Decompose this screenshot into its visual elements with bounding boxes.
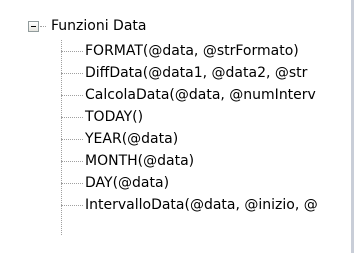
tree-connector-line — [61, 182, 83, 184]
tree-item-month[interactable]: MONTH(@data) — [61, 150, 318, 172]
tree-item-format[interactable]: FORMAT(@data, @strFormato) — [61, 40, 318, 62]
tree-connector-line — [61, 72, 83, 74]
tree-item-label: DiffData(@data1, @data2, @str — [85, 65, 308, 81]
tree-item-label: TODAY() — [85, 109, 144, 125]
tree-item-day[interactable]: DAY(@data) — [61, 172, 318, 194]
tree-node-label: Funzioni Data — [51, 18, 147, 34]
tree-connector-line — [61, 204, 83, 206]
tree-item-label: IntervalloData(@data, @inizio, @ — [85, 197, 318, 213]
tree-item-label: CalcolaData(@data, @numInterv — [85, 87, 316, 103]
tree-item-label: MONTH(@data) — [85, 153, 195, 169]
tree-connector-line — [61, 116, 83, 118]
tree-item-label: FORMAT(@data, @strFormato) — [85, 43, 299, 59]
tree-item-intervallodata[interactable]: IntervalloData(@data, @inizio, @ — [61, 194, 318, 216]
tree-item-today[interactable]: TODAY() — [61, 106, 318, 128]
tree-node-funzioni-data[interactable]: Funzioni Data — [28, 15, 146, 37]
tree-children-list: FORMAT(@data, @strFormato) DiffData(@dat… — [61, 40, 318, 216]
tree-item-label: DAY(@data) — [85, 175, 170, 191]
collapse-minus-icon[interactable] — [28, 20, 39, 32]
tree-connector-line — [40, 25, 46, 27]
function-tree[interactable]: Funzioni Data FORMAT(@data, @strFormato)… — [0, 0, 354, 253]
tree-item-diffdata[interactable]: DiffData(@data1, @data2, @str — [61, 62, 318, 84]
tree-connector-line — [61, 50, 83, 52]
tree-item-label: YEAR(@data) — [85, 131, 179, 147]
tree-item-year[interactable]: YEAR(@data) — [61, 128, 318, 150]
tree-connector-line — [61, 160, 83, 162]
tree-item-calcoladata[interactable]: CalcolaData(@data, @numInterv — [61, 84, 318, 106]
tree-connector-line — [61, 94, 83, 96]
tree-connector-line — [61, 138, 83, 140]
